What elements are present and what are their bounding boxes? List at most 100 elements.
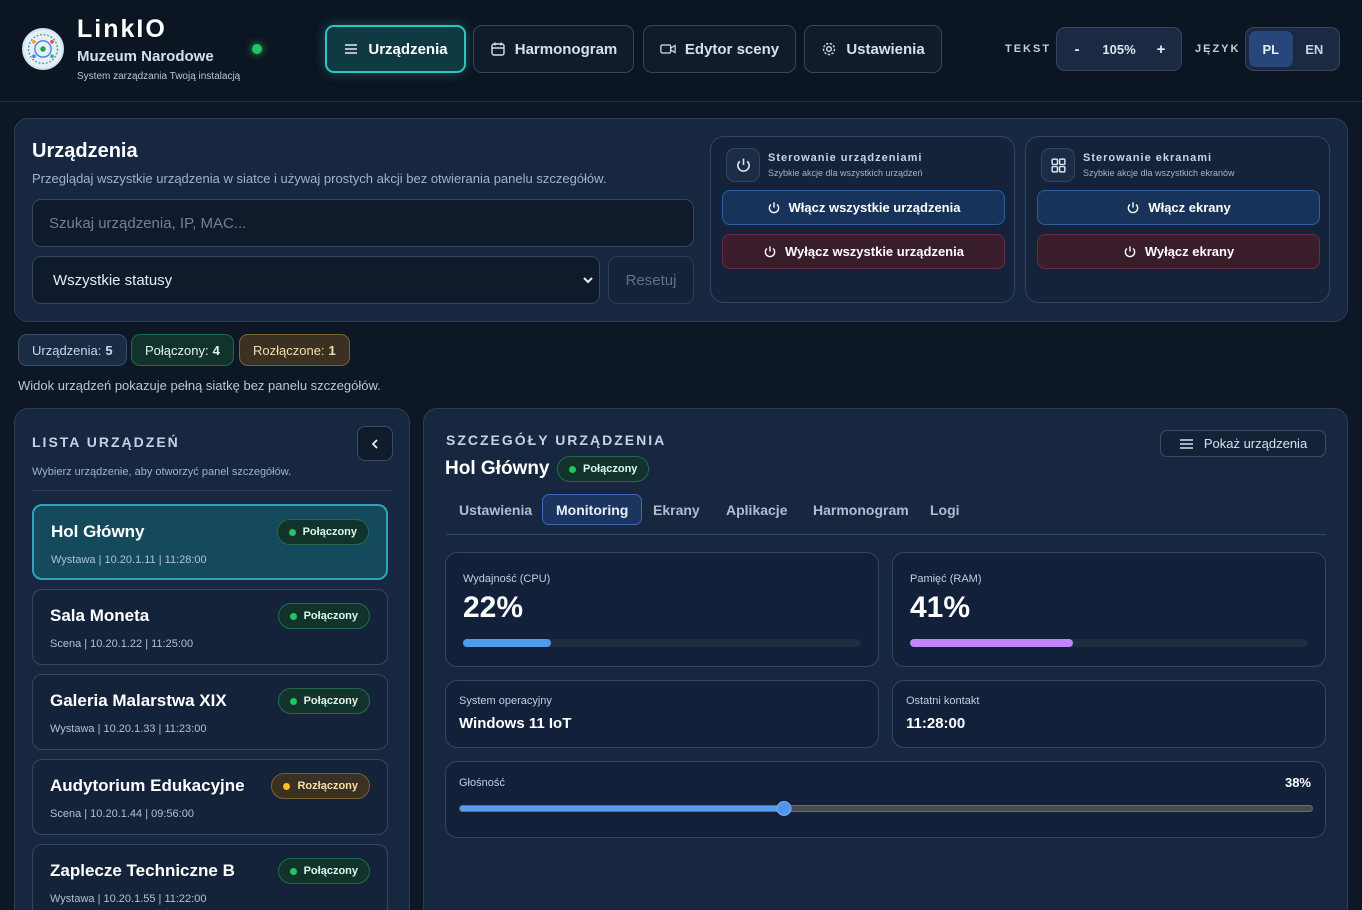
nav-label: Ustawienia	[846, 40, 925, 58]
device-name: Galeria Malarstwa XIX	[50, 691, 227, 710]
divider	[32, 490, 393, 491]
grid-icon	[1041, 148, 1075, 182]
power-icon	[726, 148, 760, 182]
status-badge-label: Połączony	[303, 865, 358, 877]
status-badge-label: Połączony	[303, 610, 358, 622]
device-card[interactable]: Zaplecze Techniczne B Wystawa | 10.20.1.…	[32, 844, 388, 910]
device-card[interactable]: Hol Główny Wystawa | 10.20.1.11 | 11:28:…	[32, 504, 388, 580]
stat-connected: Połączony: 4	[131, 334, 234, 366]
os-card: System operacyjny Windows 11 IoT	[445, 680, 879, 748]
search-input[interactable]	[32, 199, 694, 247]
tab-harmonogram[interactable]: Harmonogram	[800, 494, 922, 525]
screen-control-subtitle: Szybkie akcje dla wszystkich ekranów	[1083, 168, 1235, 178]
status-badge: Połączony	[557, 456, 650, 482]
button-label: Wyłącz wszystkie urządzenia	[785, 244, 964, 259]
language-pl-button[interactable]: PL	[1249, 31, 1293, 67]
cpu-value: 22%	[463, 591, 524, 624]
text-size-control: - 105% +	[1056, 27, 1182, 71]
cpu-card: Wydajność (CPU) 22%	[445, 552, 879, 667]
chevron-down-icon	[583, 277, 593, 284]
device-meta: Wystawa | 10.20.1.33 | 11:23:00	[50, 723, 207, 735]
status-filter-value: Wszystkie statusy	[53, 271, 173, 289]
last-contact-card: Ostatni kontakt 11:28:00	[892, 680, 1326, 748]
screens-on-button[interactable]: Włącz ekrany	[1037, 190, 1320, 225]
text-size-decrease-button[interactable]: -	[1069, 41, 1085, 58]
tab-ustawienia[interactable]: Ustawienia	[446, 494, 545, 525]
cpu-progress-track	[463, 639, 861, 647]
screen-control-title: Sterowanie ekranami	[1083, 152, 1213, 164]
device-name: Audytorium Edukacyjne	[50, 776, 245, 795]
nav-label: Harmonogram	[514, 40, 618, 58]
button-label: Pokaż urządzenia	[1203, 436, 1308, 451]
nav-ustawienia[interactable]: Ustawienia	[804, 25, 942, 73]
brand-description: System zarządzania Twoją instalacją	[77, 71, 241, 82]
tab-logi[interactable]: Logi	[917, 494, 973, 525]
status-filter-select[interactable]: Wszystkie statusy	[32, 256, 600, 304]
tab-aplikacje[interactable]: Aplikacje	[713, 494, 800, 525]
volume-label: Głośność	[459, 777, 505, 789]
volume-card: Głośność 38%	[445, 761, 1326, 838]
online-status-dot	[252, 44, 262, 54]
stat-value: 5	[105, 342, 113, 358]
volume-value: 38%	[1284, 775, 1311, 790]
details-caption: SZCZEGÓŁY URZĄDZENIA	[446, 432, 667, 448]
menu-icon	[345, 44, 358, 54]
power-icon	[768, 201, 779, 213]
nav-harmonogram[interactable]: Harmonogram	[473, 25, 634, 73]
os-value: Windows 11 IoT	[459, 715, 572, 732]
language-en-button[interactable]: EN	[1293, 31, 1337, 67]
calendar-icon	[491, 42, 505, 56]
screens-off-button[interactable]: Wyłącz ekrany	[1037, 234, 1320, 269]
language-caption: JĘZYK	[1195, 43, 1241, 55]
volume-slider[interactable]	[459, 801, 1313, 816]
device-name: Zaplecze Techniczne B	[50, 861, 235, 880]
chevron-left-icon	[371, 438, 378, 449]
show-devices-button[interactable]: Pokaż urządzenia	[1160, 430, 1326, 457]
ram-progress-fill	[910, 639, 1074, 647]
button-label: Włącz wszystkie urządzenia	[788, 200, 961, 215]
power-icon	[1128, 201, 1139, 213]
stat-label: Urządzenia:	[32, 342, 102, 358]
details-device-name: Hol Główny	[445, 458, 550, 479]
status-badge: Połączony	[277, 688, 370, 714]
status-badge: Połączony	[276, 519, 369, 545]
stat-label: Rozłączone:	[253, 342, 325, 358]
all-devices-on-button[interactable]: Włącz wszystkie urządzenia	[722, 190, 1005, 225]
all-devices-off-button[interactable]: Wyłącz wszystkie urządzenia	[722, 234, 1005, 269]
button-label: Włącz ekrany	[1148, 200, 1231, 215]
stat-disconnected: Rozłączone: 1	[239, 334, 350, 366]
status-badge-label: Połączony	[583, 463, 638, 475]
text-size-increase-button[interactable]: +	[1153, 41, 1169, 58]
nav-label: Edytor sceny	[684, 40, 780, 58]
nav-edytor-sceny[interactable]: Edytor sceny	[643, 25, 796, 73]
device-card[interactable]: Audytorium Edukacyjne Scena | 10.20.1.44…	[32, 759, 388, 835]
page-description: Przeglądaj wszystkie urządzenia w siatce…	[32, 171, 607, 186]
status-badge: Połączony	[277, 858, 370, 884]
cpu-label: Wydajność (CPU)	[463, 573, 551, 585]
power-icon	[1124, 245, 1136, 257]
reset-button[interactable]: Resetuj	[608, 256, 694, 304]
ram-label: Pamięć (RAM)	[910, 573, 982, 585]
text-size-caption: TEKST	[1005, 43, 1052, 55]
text-size-value: 105%	[1102, 41, 1136, 57]
menu-icon	[1179, 438, 1193, 449]
volume-slider-fill	[460, 806, 784, 811]
ram-progress-track	[910, 639, 1308, 647]
nav-urzadzenia[interactable]: Urządzenia	[325, 25, 466, 73]
collapse-list-button[interactable]	[357, 426, 393, 461]
tab-ekrany[interactable]: Ekrany	[640, 494, 713, 525]
device-meta: Scena | 10.20.1.22 | 11:25:00	[50, 638, 194, 650]
brand-title: LinkIO	[77, 15, 167, 43]
device-card[interactable]: Sala Moneta Scena | 10.20.1.22 | 11:25:0…	[32, 589, 388, 665]
stat-label: Połączony:	[145, 342, 209, 358]
view-note: Widok urządzeń pokazuje pełną siatkę bez…	[18, 378, 381, 393]
video-icon	[660, 44, 676, 54]
device-name: Hol Główny	[51, 522, 145, 541]
volume-slider-thumb[interactable]	[776, 801, 792, 816]
tab-monitoring[interactable]: Monitoring	[542, 494, 643, 525]
last-contact-label: Ostatni kontakt	[906, 695, 980, 707]
status-badge-label: Połączony	[302, 526, 357, 538]
device-card[interactable]: Galeria Malarstwa XIX Wystawa | 10.20.1.…	[32, 674, 388, 750]
device-control-subtitle: Szybkie akcje dla wszystkich urządzeń	[768, 168, 923, 178]
device-list-subtitle: Wybierz urządzenie, aby otworzyć panel s…	[32, 466, 292, 478]
